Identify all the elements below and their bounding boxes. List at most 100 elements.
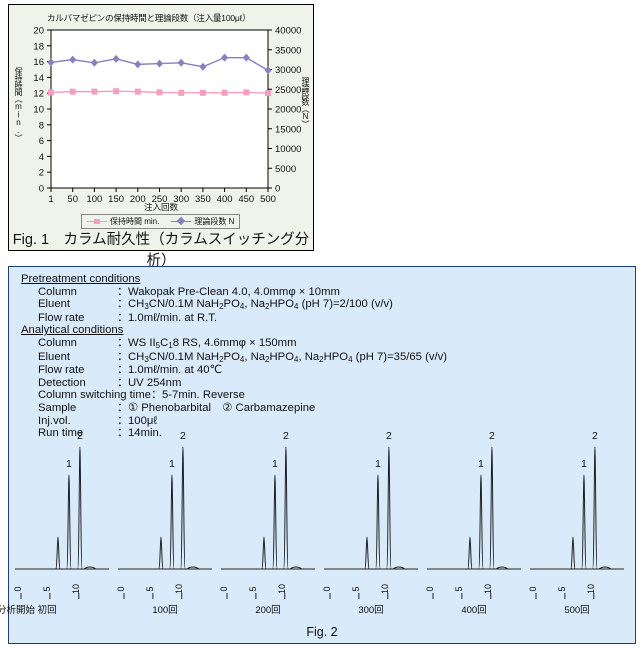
figure-1-panel: カルバマゼピンの保持時間と理論段数（注入量100μℓ） 保持時間（min.） 理…: [8, 4, 314, 269]
condition-row: Flow rate ： 1.0mℓ/min. at 40℃: [21, 364, 621, 377]
chromatogram-trace: 1 2 0 5 10: [116, 430, 212, 599]
peak-2: [489, 446, 495, 570]
time-tick-label: 10: [174, 584, 184, 594]
peak-1: [169, 474, 175, 570]
data-point-marker: [134, 88, 141, 95]
chromatogram-run-label: 300回: [358, 605, 384, 616]
chromatogram: 1 2 0 5 10 分析開始 初回: [0, 419, 111, 624]
data-point-marker: [199, 89, 206, 96]
time-tick-label: 5: [248, 586, 258, 591]
peak-label-2: 2: [283, 430, 289, 442]
chart-x-axis-label: 注入回数: [143, 202, 178, 212]
peak-label-2: 2: [592, 430, 598, 442]
condition-value: UV 254nm: [128, 376, 182, 389]
chromatogram: 1 2 0 5 10 200回: [219, 419, 317, 624]
condition-value: Wakopak Pre-Clean 4.0, 4.0mmφ × 10mm: [128, 285, 340, 298]
y-tick-label: 18: [33, 41, 44, 52]
peak-1: [581, 474, 587, 570]
y-tick-label: 16: [33, 57, 44, 68]
peak-label-2: 2: [386, 430, 392, 442]
chromatogram-series: 1 2 0 5 10 分析開始 初回 1 2 0 5 10 100回 1 2 0 5 10 200回 1 2 0 5 10 3…: [0, 419, 633, 624]
time-tick-label: 5: [42, 586, 52, 591]
time-tick-label: 10: [71, 584, 81, 594]
data-point-marker: [156, 89, 163, 96]
y2-tick-label: 20000: [275, 105, 301, 116]
peak-label-1: 1: [375, 458, 381, 470]
condition-separator: ：: [117, 350, 129, 363]
y2-tick-label: 0: [275, 184, 280, 195]
legend-item-theoretical-plates: 理論段数 N: [171, 216, 234, 227]
condition-separator: ：: [151, 389, 163, 402]
condition-row: Eluent ： CH3CN/0.1M NaH2PO4, Na2HPO4 (pH 7…: [21, 298, 621, 312]
time-tick-label: 5: [145, 586, 155, 591]
time-tick-label: 0: [13, 586, 23, 591]
solvent-peak: [570, 536, 576, 570]
time-tick-label: 10: [483, 584, 493, 594]
solvent-peak: [158, 536, 164, 570]
y2-tick-label: 15000: [275, 124, 301, 135]
time-tick-label: 0: [528, 586, 538, 591]
peak-2: [283, 446, 289, 570]
peak-label-1: 1: [581, 458, 587, 470]
condition-value: CH3CN/0.1M NaH2PO4, Na2HPO4, Na2HPO4 (pH…: [128, 350, 448, 364]
condition-key: Eluent: [38, 298, 71, 311]
data-point-marker: [91, 88, 98, 95]
y2-tick-label: 25000: [275, 85, 301, 96]
time-tick-label: 10: [277, 584, 287, 594]
legend-item-retention-time: 保持時間 min.: [87, 216, 159, 227]
peak-1: [272, 474, 278, 570]
y-tick-label: 20: [33, 26, 44, 37]
data-point-marker: [113, 88, 120, 95]
data-point-marker: [243, 89, 250, 96]
time-tick-label: 0: [322, 586, 332, 591]
chromatogram-run-label: 分析開始 初回: [0, 605, 57, 616]
figure-2-caption: Fig. 2: [306, 625, 338, 639]
figure-2-panel: Pretreatment conditions Column： Wakopak P…: [0, 266, 636, 644]
condition-separator: ：: [117, 285, 129, 298]
y2-tick-label: 5000: [275, 164, 296, 175]
conditions-block: Pretreatment conditions Column： Wakopak P…: [21, 273, 621, 440]
legend-label-theoretical-plates: 理論段数 N: [194, 217, 235, 226]
solvent-peak: [467, 536, 473, 570]
condition-row: Detection ： UV 254nm: [21, 377, 621, 390]
chromatogram: 1 2 0 5 10 400回: [425, 419, 523, 624]
y2-tick-label: 35000: [275, 45, 301, 56]
y-tick-label: 14: [33, 73, 44, 84]
condition-row: Column ： WS II5C18 RS, 4.6mmφ × 150mm: [21, 337, 621, 351]
time-tick-label: 0: [425, 586, 435, 591]
condition-value: ① Phenobarbital ② Carbamazepine: [128, 401, 316, 414]
chromatogram-trace: 1 2 0 5 10: [528, 430, 624, 599]
peak-2: [592, 446, 598, 570]
condition-value: 5-7min. Reverse: [162, 389, 245, 402]
peak-2: [77, 446, 83, 570]
legend-label-retention-time: 保持時間 min.: [110, 217, 160, 226]
data-point-marker: [178, 89, 185, 96]
time-tick-label: 5: [351, 586, 361, 591]
line-chart: 0 2 4 6 8 10 12 14 16 18 20 0 5000 10000 15000 20000 250…: [33, 26, 301, 206]
data-point-marker: [221, 89, 228, 96]
data-point-marker: [48, 89, 54, 96]
condition-value: CH3CN/0.1M NaH2PO4, Na2HPO4 (pH 7)=2/100…: [128, 298, 393, 312]
plot-area: [50, 29, 269, 189]
condition-separator: ：: [117, 298, 129, 311]
peak-label-1: 1: [272, 458, 278, 470]
chromatogram: 1 2 0 5 10 100回: [116, 419, 214, 624]
solvent-peak: [55, 536, 61, 570]
condition-separator: ：: [117, 376, 129, 389]
peak-2: [386, 446, 392, 570]
y-tick-label: 0: [39, 184, 44, 195]
condition-row: Column ： Wakopak Pre-Clean 4.0, 4.0mmφ × 1…: [21, 286, 621, 299]
chromatogram-run-label: 100回: [152, 605, 178, 616]
condition-separator: ：: [117, 364, 129, 377]
chromatogram-run-label: 400回: [461, 605, 487, 616]
peak-1: [478, 474, 484, 570]
condition-key: Column: [38, 285, 77, 298]
condition-value: 1.0mℓ/min. at R.T.: [128, 311, 218, 324]
chromatogram-run-label: 500回: [564, 605, 590, 616]
chromatogram-trace: 1 2 0 5 10: [219, 430, 315, 599]
condition-row: Column switching time： 5-7min. Reverse: [21, 389, 621, 402]
condition-separator: ：: [117, 311, 129, 324]
time-tick-label: 0: [219, 586, 229, 591]
time-tick-label: 10: [586, 584, 596, 594]
condition-row: Flow rate ： 1.0mℓ/min. at R.T.: [21, 312, 621, 325]
